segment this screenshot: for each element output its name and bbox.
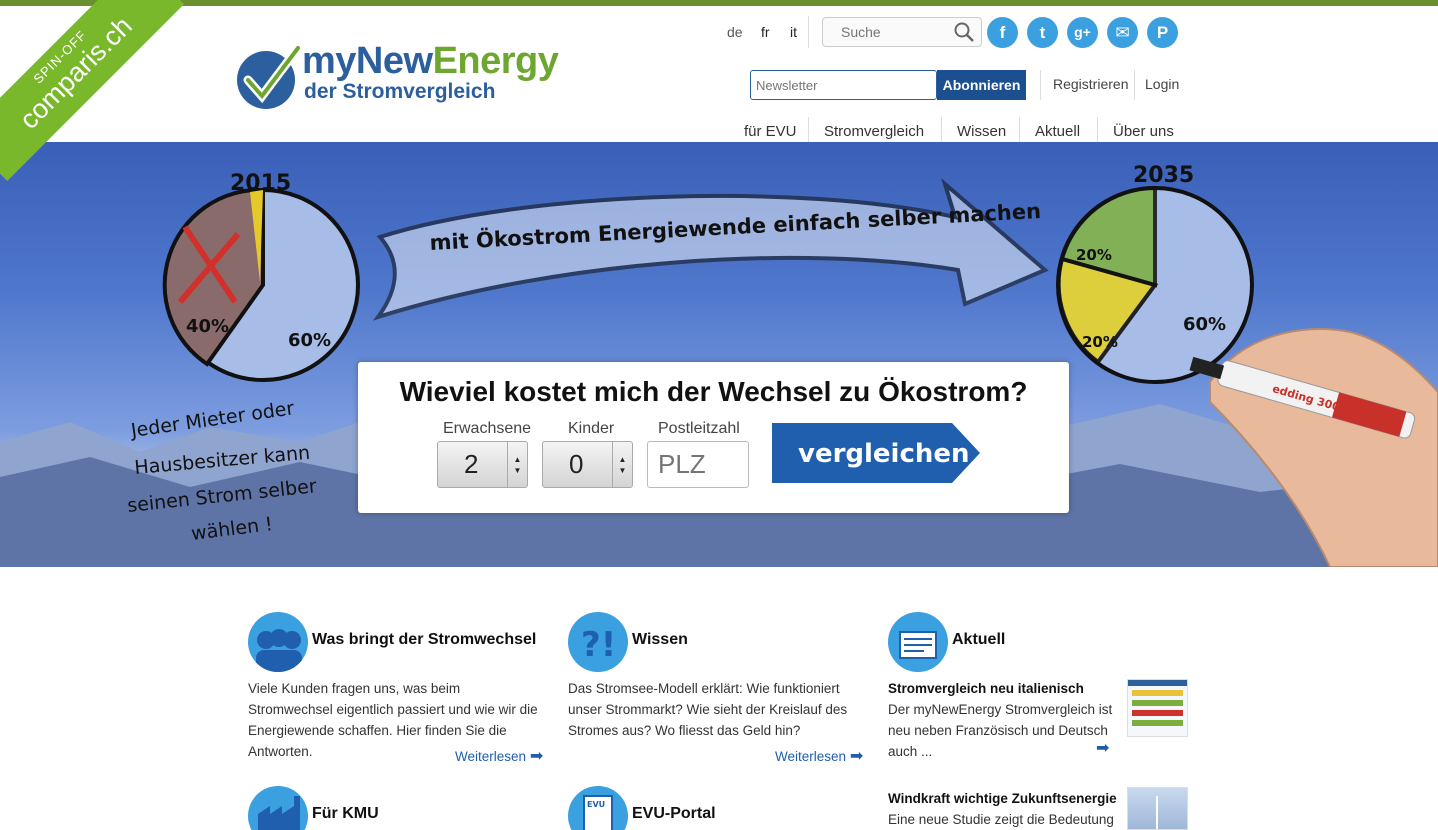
column-title: Wissen: [632, 631, 688, 648]
pie-left-hydro-label: 60%: [288, 330, 331, 351]
pie-right-solar-label: 20%: [1082, 333, 1118, 351]
thumb-row: [1132, 690, 1183, 696]
pinterest-icon[interactable]: P: [1147, 17, 1178, 48]
zip-label: Postleitzahl: [658, 420, 740, 437]
newspaper-icon: [888, 612, 948, 672]
news-text: Der myNewEnergy Stromvergleich ist neu n…: [888, 702, 1113, 759]
search-input[interactable]: [823, 18, 943, 46]
logo-brand-name: myNewEnergy: [302, 40, 559, 83]
register-link[interactable]: Registrieren: [1053, 76, 1128, 92]
factory-icon: [248, 786, 308, 830]
adults-value: 2: [464, 449, 479, 479]
thumb-row: [1132, 700, 1183, 706]
nav-item-aktuell[interactable]: Aktuell: [1035, 123, 1080, 140]
price-calculator: Wieviel kostet mich der Wechsel zu Ökost…: [358, 362, 1069, 513]
checkmark-logo-icon: [237, 46, 300, 109]
divider: [941, 117, 942, 142]
read-more-label: Weiterlesen: [455, 749, 527, 764]
divider: [1019, 117, 1020, 142]
divider: [1097, 117, 1098, 142]
nav-item-wissen[interactable]: Wissen: [957, 123, 1006, 140]
column-title: EVU-Portal: [632, 805, 716, 822]
search-box[interactable]: [822, 17, 982, 47]
column-kmu: Für KMU: [248, 786, 548, 830]
read-more-link[interactable]: Weiterlesen ➡: [455, 746, 543, 766]
pie-2015: [162, 187, 360, 382]
stepper-arrows-icon[interactable]: ▲ ▼: [507, 442, 527, 487]
divider: [808, 117, 809, 142]
top-accent-bar: [0, 0, 1438, 6]
read-more-label: Weiterlesen: [775, 749, 847, 764]
pie-right-hydro-label: 60%: [1183, 314, 1226, 335]
document-icon: EVU: [568, 786, 628, 830]
nav-item-ueber-uns[interactable]: Über uns: [1113, 123, 1174, 140]
arrow-right-icon: ➡: [849, 748, 864, 765]
twitter-icon[interactable]: t: [1027, 17, 1058, 48]
pie-left-nuclear-label: 40%: [186, 316, 229, 337]
nav-item-evu[interactable]: für EVU: [744, 123, 797, 140]
wind-turbine-icon: [1156, 796, 1158, 829]
column-evu-portal: EVU EVU-Portal: [568, 786, 868, 830]
news-text: Eine neue Studie zeigt die Bedeutung: [888, 812, 1114, 827]
compare-button-label: vergleichen: [798, 439, 970, 469]
question-exclamation-icon: ?!: [568, 612, 628, 672]
site-logo[interactable]: myNewEnergy der Stromvergleich: [236, 30, 559, 110]
lang-de-link[interactable]: de: [727, 24, 743, 40]
divider: [1040, 70, 1041, 100]
pie-right-wind-label: 20%: [1076, 246, 1112, 264]
divider: [1134, 70, 1135, 100]
facebook-icon[interactable]: f: [987, 17, 1018, 48]
subscribe-button[interactable]: Abonnieren: [937, 70, 1026, 100]
search-icon[interactable]: [953, 21, 975, 43]
news-thumbnail-table[interactable]: [1127, 679, 1188, 737]
compare-button[interactable]: vergleichen: [772, 423, 980, 483]
adults-label: Erwachsene: [443, 420, 532, 437]
arrow-right-icon: ➡: [529, 748, 544, 765]
evu-icon-label: EVU: [587, 800, 605, 809]
logo-subtitle: der Stromvergleich: [304, 80, 496, 103]
lang-fr-link[interactable]: fr: [761, 24, 770, 40]
column-title: Für KMU: [312, 805, 379, 822]
lang-it-link[interactable]: it: [790, 24, 797, 40]
stepper-arrows-icon[interactable]: ▲ ▼: [612, 442, 632, 487]
children-label: Kinder: [568, 420, 615, 437]
thumb-row: [1132, 710, 1183, 716]
pie-2035: [1056, 185, 1254, 384]
arrow-right-icon[interactable]: ➡: [1096, 738, 1109, 758]
news-item[interactable]: Stromvergleich neu italienisch Der myNew…: [888, 678, 1113, 762]
column-text: Das Stromsee-Modell erklärt: Wie funktio…: [568, 681, 848, 738]
googleplus-icon[interactable]: g+: [1067, 17, 1098, 48]
calculator-title: Wieviel kostet mich der Wechsel zu Ökost…: [399, 376, 1028, 407]
news-thumbnail-wind[interactable]: [1127, 787, 1188, 830]
children-stepper[interactable]: 0 ▲ ▼: [542, 441, 633, 488]
column-title: Was bringt der Stromwechsel: [312, 631, 537, 648]
divider: [808, 16, 809, 48]
thumb-row: [1132, 720, 1183, 726]
brand-part-two: Energy: [432, 40, 559, 82]
zip-input[interactable]: [647, 441, 749, 488]
svg-text:?!: ?!: [581, 625, 616, 665]
people-icon: [248, 612, 308, 672]
news-title[interactable]: Stromvergleich neu italienisch: [888, 678, 1113, 699]
thumb-header-stripe: [1128, 680, 1187, 686]
read-more-link[interactable]: Weiterlesen ➡: [775, 746, 863, 766]
news-item[interactable]: Windkraft wichtige Zukunftsenergie Eine …: [888, 788, 1120, 830]
year-2035-label: 2035: [1133, 163, 1194, 188]
news-title[interactable]: Windkraft wichtige Zukunftsenergie: [888, 788, 1120, 809]
email-icon[interactable]: ✉: [1107, 17, 1138, 48]
adults-stepper[interactable]: 2 ▲ ▼: [437, 441, 528, 488]
column-title: Aktuell: [952, 631, 1006, 648]
brand-part-one: myNew: [302, 40, 433, 82]
newsletter-input[interactable]: [750, 70, 937, 100]
nav-item-stromvergleich[interactable]: Stromvergleich: [824, 123, 924, 140]
children-value: 0: [569, 449, 584, 479]
login-link[interactable]: Login: [1145, 76, 1179, 92]
year-2015-label: 2015: [230, 171, 291, 196]
